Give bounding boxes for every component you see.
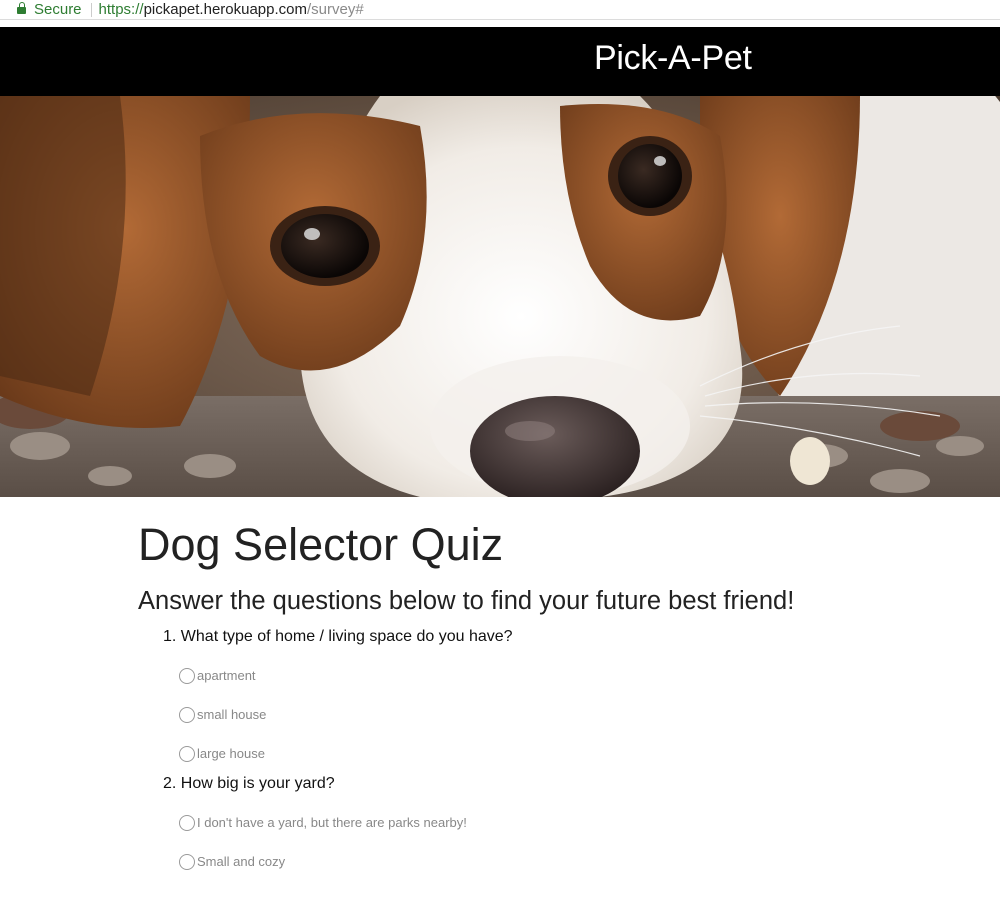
option-label: small house <box>197 707 267 722</box>
question-item: 1. What type of home / living space do y… <box>163 626 898 773</box>
quiz-content: Dog Selector Quiz Answer the questions b… <box>138 515 898 881</box>
option-label: apartment <box>197 668 256 683</box>
site-header: Pick-A-Pet <box>0 27 1000 96</box>
radio-button[interactable] <box>179 745 195 762</box>
option-list: apartment small house large house <box>179 656 898 773</box>
option-label: Small and cozy <box>197 854 286 869</box>
radio-button[interactable] <box>179 706 195 723</box>
hero-image <box>0 96 1000 497</box>
option-label: I don't have a yard, but there are parks… <box>197 815 467 830</box>
page-subtitle: Answer the questions below to find your … <box>138 587 795 615</box>
browser-address-bar[interactable]: Secure https://pickapet.herokuapp.com/su… <box>0 0 1000 20</box>
question-text: 2. How big is your yard? <box>163 775 335 792</box>
radio-button[interactable] <box>179 853 195 870</box>
option-apartment[interactable]: apartment <box>179 656 898 695</box>
page-title: Dog Selector Quiz <box>138 519 504 570</box>
question-list: 1. What type of home / living space do y… <box>163 626 898 881</box>
secure-label: Secure <box>34 1 82 18</box>
option-no-yard-parks[interactable]: I don't have a yard, but there are parks… <box>179 803 898 842</box>
brand-link[interactable]: Pick-A-Pet <box>594 39 752 78</box>
question-item: 2. How big is your yard? I don't have a … <box>163 773 898 881</box>
question-text: 1. What type of home / living space do y… <box>163 628 513 645</box>
radio-button[interactable] <box>179 667 195 684</box>
option-large-house[interactable]: large house <box>179 734 898 773</box>
option-small-house[interactable]: small house <box>179 695 898 734</box>
puppy-photo-icon <box>0 96 1000 497</box>
url-text[interactable]: https://pickapet.herokuapp.com/survey# <box>99 1 364 18</box>
radio-button[interactable] <box>179 814 195 831</box>
option-label: large house <box>197 746 265 761</box>
url-divider <box>90 2 92 17</box>
lock-icon <box>17 1 26 15</box>
option-list: I don't have a yard, but there are parks… <box>179 803 898 881</box>
option-small-cozy[interactable]: Small and cozy <box>179 842 898 881</box>
